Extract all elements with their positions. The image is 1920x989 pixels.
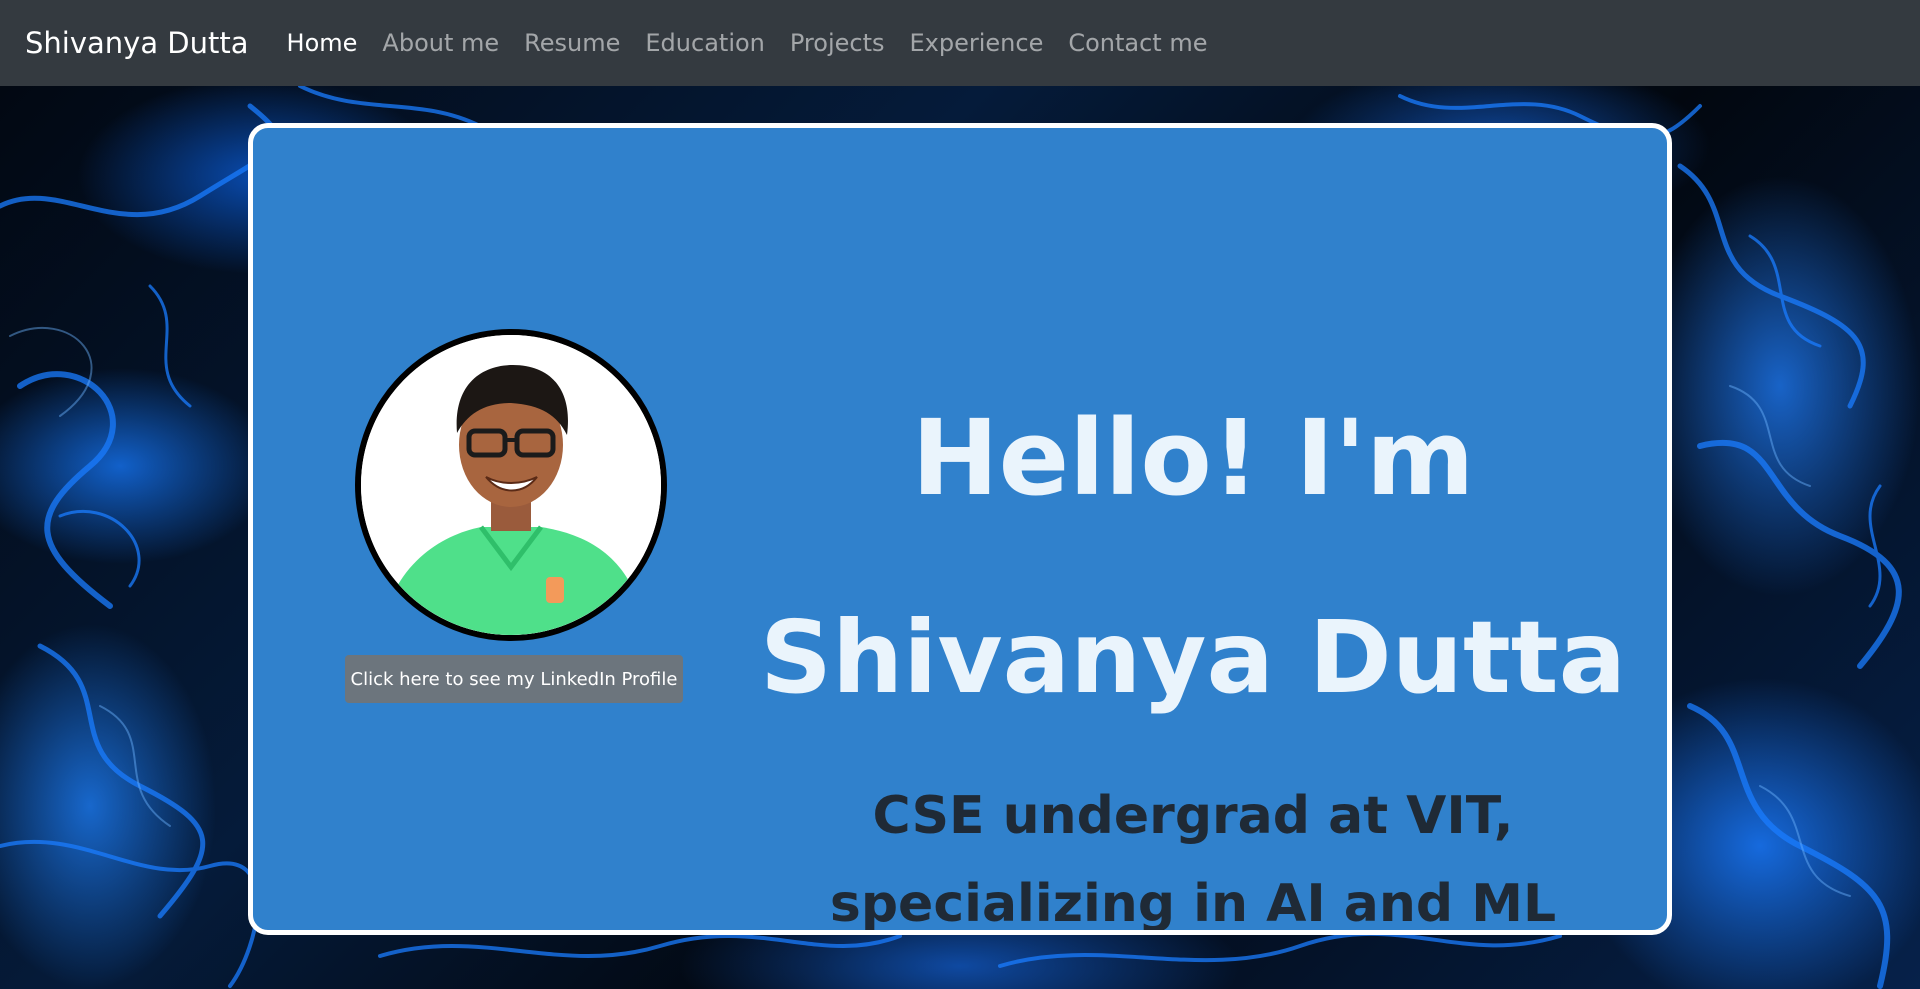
nav-contact-me[interactable]: Contact me <box>1068 29 1207 57</box>
top-navbar: Shivanya Dutta Home About me Resume Educ… <box>0 0 1920 86</box>
nav-projects[interactable]: Projects <box>790 29 885 57</box>
nav-experience[interactable]: Experience <box>910 29 1044 57</box>
brand-link[interactable]: Shivanya Dutta <box>25 26 249 60</box>
greeting-heading: Hello! I'm <box>911 397 1475 519</box>
person-photo-icon <box>361 335 661 635</box>
tagline-line-2: specializing in AI and ML <box>829 874 1557 934</box>
nav-links: Home About me Resume Education Projects … <box>287 29 1208 57</box>
tagline-line-1: CSE undergrad at VIT, <box>872 786 1514 846</box>
nav-about-me[interactable]: About me <box>382 29 499 57</box>
linkedin-profile-button[interactable]: Click here to see my LinkedIn Profile <box>345 655 683 703</box>
nav-resume[interactable]: Resume <box>524 29 620 57</box>
tagline: CSE undergrad at VIT, specializing in AI… <box>743 772 1643 934</box>
hero-card: Click here to see my LinkedIn Profile He… <box>248 123 1672 935</box>
name-heading: Shivanya Dutta <box>759 599 1627 716</box>
nav-education[interactable]: Education <box>645 29 764 57</box>
profile-photo <box>355 329 667 641</box>
nav-home[interactable]: Home <box>287 29 358 57</box>
